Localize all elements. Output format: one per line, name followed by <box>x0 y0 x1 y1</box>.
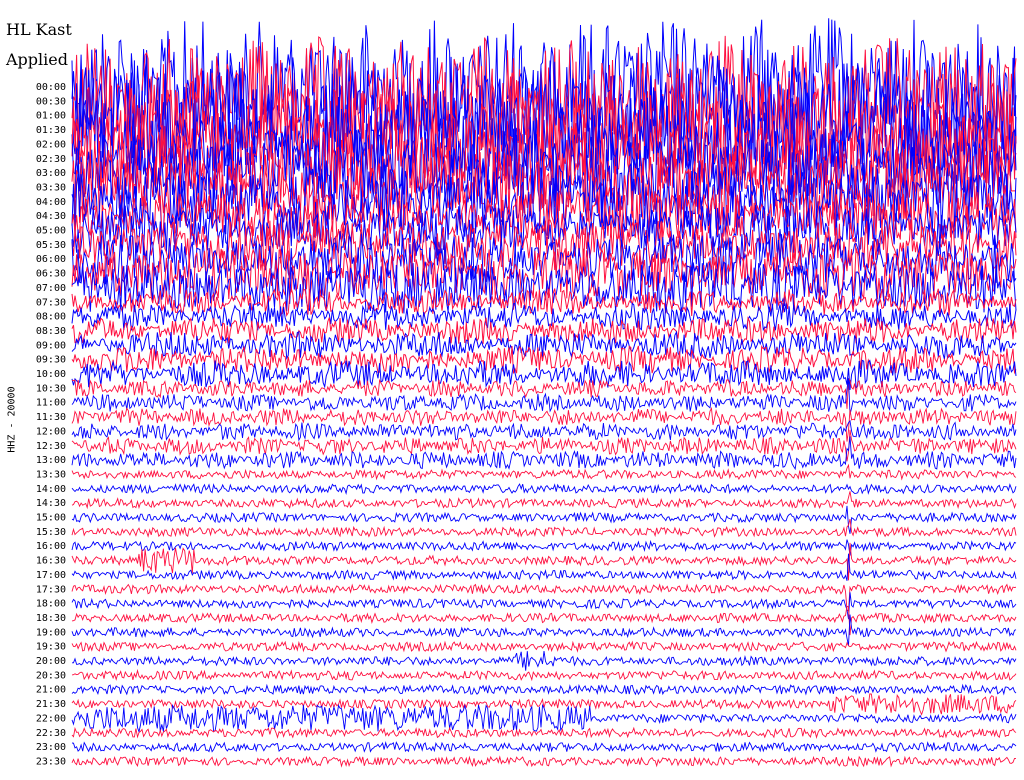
time-tick-label: 11:00 <box>36 398 66 409</box>
trace-row <box>71 483 1017 495</box>
seismogram-plot: 00:00 00:30 01:00 01:30 02:00 02:30 03:00 03:30… <box>36 18 1017 768</box>
time-tick-label: 09:00 <box>36 340 66 351</box>
time-tick-label: 16:00 <box>36 541 66 552</box>
time-tick-label: 19:00 <box>36 627 66 638</box>
trace-row <box>71 518 1017 538</box>
time-tick-label: 08:30 <box>36 326 66 337</box>
trace-row <box>71 553 1017 581</box>
time-tick-label: 14:00 <box>36 484 66 495</box>
trace-row <box>72 651 1017 671</box>
time-tick-label: 01:30 <box>36 125 66 136</box>
time-tick-label: 07:30 <box>36 297 66 308</box>
time-tick-label: 00:00 <box>36 82 66 93</box>
trace-row <box>71 668 1017 682</box>
trace-row <box>71 583 1017 612</box>
time-tick-label: 22:00 <box>36 713 66 724</box>
time-tick-label: 01:00 <box>36 111 66 122</box>
time-tick-label: 12:30 <box>36 441 66 452</box>
trace-row <box>71 436 1017 471</box>
trace-row <box>71 463 1017 481</box>
time-tick-label: 03:00 <box>36 168 66 179</box>
time-tick-label: 06:30 <box>36 269 66 280</box>
time-tick-label: 20:00 <box>36 656 66 667</box>
time-tick-label: 04:00 <box>36 197 66 208</box>
time-tick-label: 07:00 <box>36 283 66 294</box>
time-tick-label: 10:30 <box>36 383 66 394</box>
time-tick-label: 05:00 <box>36 226 66 237</box>
time-tick-label: 12:00 <box>36 426 66 437</box>
time-tick-label: 19:30 <box>36 642 66 653</box>
time-tick-label: 23:00 <box>36 742 66 753</box>
trace-row <box>71 741 1017 753</box>
time-tick-label: 22:30 <box>36 728 66 739</box>
time-tick-label: 15:30 <box>36 527 66 538</box>
time-tick-label: 10:00 <box>36 369 66 380</box>
time-tick-label: 16:30 <box>36 556 66 567</box>
trace-row <box>71 491 1017 510</box>
time-tick-label: 13:30 <box>36 469 66 480</box>
time-tick-label: 02:30 <box>36 154 66 165</box>
trace-row <box>71 693 1017 716</box>
trace-row <box>71 539 1017 556</box>
time-tick-label: 17:00 <box>36 570 66 581</box>
time-tick-label: 13:00 <box>36 455 66 466</box>
trace-row <box>71 614 1017 646</box>
helicorder-figure: HL Kast Applied HHZ - 20000 00:00 00:30 01… <box>0 0 1024 780</box>
time-tick-label: 03:30 <box>36 182 66 193</box>
time-tick-label: 18:30 <box>36 613 66 624</box>
trace-row <box>71 592 1017 620</box>
time-tick-label: 00:30 <box>36 96 66 107</box>
time-tick-label: 02:00 <box>36 139 66 150</box>
time-tick-label: 09:30 <box>36 355 66 366</box>
time-tick-label: 17:30 <box>36 584 66 595</box>
time-tick-label: 20:30 <box>36 670 66 681</box>
trace-row <box>71 683 1017 696</box>
trace-row <box>71 419 1017 442</box>
trace-row <box>71 755 1017 768</box>
trace-row <box>71 703 1017 734</box>
time-tick-label: 04:30 <box>36 211 66 222</box>
time-tick-label: 23:30 <box>36 756 66 767</box>
time-tick-label: 21:00 <box>36 685 66 696</box>
trace-row <box>71 640 1017 653</box>
time-tick-label: 05:30 <box>36 240 66 251</box>
trace-row <box>71 429 1017 462</box>
time-tick-label: 21:30 <box>36 699 66 710</box>
time-tick-label: 14:30 <box>36 498 66 509</box>
time-tick-label: 18:00 <box>36 599 66 610</box>
time-tick-label: 06:00 <box>36 254 66 265</box>
time-tick-label: 15:00 <box>36 513 66 524</box>
time-tick-label: 11:30 <box>36 412 66 423</box>
time-tick-label: 08:00 <box>36 312 66 323</box>
